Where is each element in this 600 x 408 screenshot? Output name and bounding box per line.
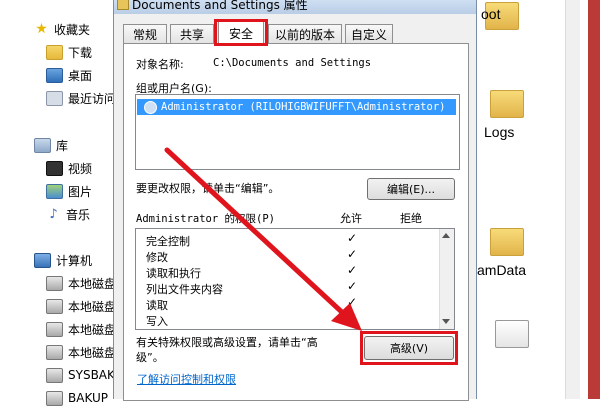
allow-check-icon: ✓: [347, 231, 358, 245]
nav-item-label: SYSBAK: [68, 368, 115, 382]
folder-icon: [46, 44, 63, 60]
nav-item-drive[interactable]: SYSBAK: [46, 365, 115, 385]
user-name: Administrator (RILOHIGBWIFUFFT\Administr…: [161, 101, 446, 113]
allow-check-icon: ✓: [347, 247, 358, 261]
permission-name: 写入: [146, 315, 168, 328]
desktop-icon: [46, 67, 63, 83]
folder-icon[interactable]: [490, 228, 524, 256]
file-item-label[interactable]: Logs: [484, 124, 514, 140]
file-item-label[interactable]: oot: [481, 6, 500, 22]
nav-libraries[interactable]: 库: [34, 135, 68, 155]
music-icon: ♪: [49, 206, 58, 222]
nav-item-label: 音乐: [66, 207, 91, 222]
special-permissions-text: 有关特殊权限或高级设置，请单击“高: [136, 336, 318, 349]
permission-name: 列出文件夹内容: [146, 283, 223, 296]
nav-item-drive[interactable]: 本地磁盘: [46, 296, 116, 316]
user-icon: [144, 100, 157, 114]
drive-icon: [46, 275, 63, 291]
drive-icon: [46, 344, 63, 360]
tab-previous-versions[interactable]: 以前的版本: [268, 24, 342, 43]
nav-item-label: 桌面: [68, 68, 93, 83]
nav-favorites-label: 收藏夹: [54, 22, 91, 37]
nav-item-label: 下载: [68, 45, 93, 60]
computer-icon: [34, 252, 51, 268]
object-name-label: 对象名称:: [136, 58, 184, 71]
dialog-title: Documents and Settings 属性: [132, 0, 308, 12]
allow-column-header: 允许: [340, 212, 362, 225]
video-icon: [46, 160, 63, 176]
allow-check-icon: ✓: [347, 295, 358, 309]
permission-name: 读取: [146, 299, 168, 312]
drive-icon: [46, 367, 63, 383]
nav-libraries-label: 库: [56, 138, 69, 153]
permission-name: 完全控制: [146, 235, 190, 248]
permissions-header: Administrator 的权限(P): [136, 213, 275, 225]
nav-item-label: BAKUP: [68, 391, 109, 405]
nav-item-label: 图片: [68, 184, 93, 199]
recent-places-icon: [46, 90, 63, 106]
scroll-down-icon[interactable]: [442, 319, 450, 324]
dialog-titlebar[interactable]: Documents and Settings 属性: [114, 0, 476, 14]
nav-item-label: 本地磁盘: [68, 299, 117, 314]
drive-icon: [46, 298, 63, 314]
users-listbox[interactable]: Administrator (RILOHIGBWIFUFFT\Administr…: [135, 94, 460, 170]
allow-check-icon: ✓: [347, 263, 358, 277]
allow-check-icon: ✓: [347, 279, 358, 293]
nav-item-label: 视频: [68, 161, 93, 176]
nav-item-label: 最近访问: [68, 91, 117, 106]
special-permissions-text-cont: 级”。: [136, 351, 164, 364]
folder-icon: [117, 0, 129, 10]
nav-item-videos[interactable]: 视频: [46, 158, 92, 178]
deny-column-header: 拒绝: [400, 212, 422, 225]
nav-favorites[interactable]: ★ 收藏夹: [34, 19, 90, 39]
scroll-up-icon[interactable]: [442, 233, 450, 238]
change-permissions-text: 要更改权限，请单击“编辑”。: [136, 182, 280, 195]
nav-computer-label: 计算机: [56, 253, 93, 268]
nav-item-pictures[interactable]: 图片: [46, 181, 92, 201]
nav-item-drive[interactable]: BAKUP: [46, 388, 108, 408]
navigation-pane: ★ 收藏夹 下载 桌面 最近访问 库 视频 图片 ♪ 音乐 计算机 本地磁盘 本…: [0, 0, 123, 406]
star-icon: ★: [35, 21, 48, 37]
nav-item-recent[interactable]: 最近访问: [46, 88, 116, 108]
permission-name: 修改: [146, 251, 168, 264]
tab-highlight-box: [214, 19, 268, 46]
tab-general[interactable]: 常规: [123, 24, 167, 43]
folder-icon[interactable]: [490, 90, 524, 118]
nav-item-label: 本地磁盘: [68, 345, 117, 360]
nav-item-drive[interactable]: 本地磁盘: [46, 342, 116, 362]
window-edge: [588, 0, 600, 399]
nav-item-desktop[interactable]: 桌面: [46, 65, 92, 85]
pictures-icon: [46, 183, 63, 199]
drive-icon: [46, 390, 63, 406]
allow-check-icon: ✓: [347, 311, 358, 325]
permission-name: 读取和执行: [146, 267, 201, 280]
nav-item-music[interactable]: ♪ 音乐: [46, 204, 90, 224]
file-list-scrollbar[interactable]: [565, 0, 580, 399]
nav-item-downloads[interactable]: 下载: [46, 42, 92, 62]
nav-computer[interactable]: 计算机: [34, 250, 92, 270]
tab-customize[interactable]: 自定义: [345, 24, 393, 43]
advanced-highlight-box: [360, 331, 458, 365]
learn-access-control-link[interactable]: 了解访问控制和权限: [137, 371, 236, 387]
permissions-table[interactable]: 完全控制 ✓ 修改 ✓ 读取和执行 ✓ 列出文件夹内容 ✓ 读取 ✓ 写入 ✓: [135, 228, 455, 330]
nav-item-label: 本地磁盘: [68, 276, 117, 291]
file-item-label[interactable]: amData: [477, 262, 526, 278]
nav-item-drive[interactable]: 本地磁盘: [46, 319, 116, 339]
file-icon[interactable]: [495, 320, 529, 348]
nav-item-drive[interactable]: 本地磁盘: [46, 273, 116, 293]
tab-sharing[interactable]: 共享: [170, 24, 214, 43]
permissions-scrollbar[interactable]: [439, 229, 454, 329]
nav-item-label: 本地磁盘: [68, 322, 117, 337]
drive-icon: [46, 321, 63, 337]
object-name-value: C:\Documents and Settings: [213, 57, 372, 69]
edit-button[interactable]: 编辑(E)...: [367, 178, 455, 200]
library-icon: [34, 137, 51, 153]
user-row-administrator[interactable]: Administrator (RILOHIGBWIFUFFT\Administr…: [137, 99, 456, 115]
